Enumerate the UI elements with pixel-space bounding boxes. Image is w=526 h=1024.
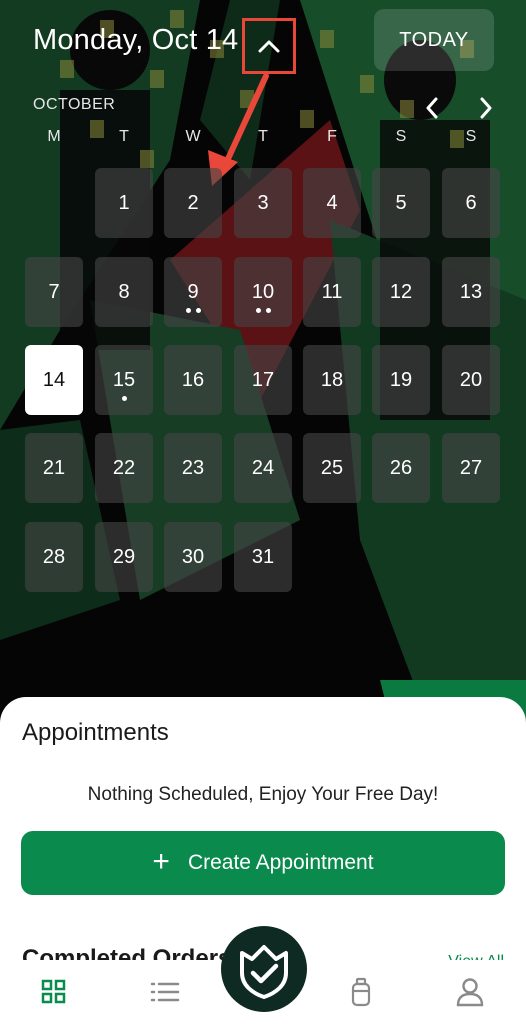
day-number: 26 xyxy=(389,457,413,479)
day-number: 25 xyxy=(320,457,344,479)
calendar-day[interactable]: 2 xyxy=(164,168,222,238)
calendar-day[interactable]: 31 xyxy=(234,522,292,592)
event-dot xyxy=(255,308,261,313)
event-indicator xyxy=(234,308,292,313)
day-number: 11 xyxy=(321,281,343,303)
calendar-day[interactable]: 9 xyxy=(164,257,222,327)
calendar-day[interactable]: 13 xyxy=(442,257,500,327)
calendar-day[interactable]: 20 xyxy=(442,345,500,415)
calendar-day[interactable]: 18 xyxy=(303,345,361,415)
day-number: 15 xyxy=(112,369,136,391)
day-number: 31 xyxy=(251,546,275,568)
bottle-icon xyxy=(351,977,371,1007)
day-number: 27 xyxy=(459,457,483,479)
appointments-title: Appointments xyxy=(22,719,169,746)
calendar-day[interactable]: 10 xyxy=(234,257,292,327)
day-number: 6 xyxy=(465,192,477,214)
day-number: 28 xyxy=(42,546,66,568)
calendar-day[interactable]: 7 xyxy=(25,257,83,327)
empty-state-message: Nothing Scheduled, Enjoy Your Free Day! xyxy=(87,784,439,805)
grid-icon xyxy=(41,979,66,1004)
calendar-day[interactable]: 15 xyxy=(95,345,153,415)
calendar-day[interactable]: 1 xyxy=(95,168,153,238)
calendar-day[interactable]: 6 xyxy=(442,168,500,238)
shield-check-icon xyxy=(240,945,288,999)
calendar-day[interactable]: 24 xyxy=(234,433,292,503)
calendar-day-selected[interactable]: 14 xyxy=(25,345,83,415)
calendar-day[interactable]: 5 xyxy=(372,168,430,238)
event-dot xyxy=(195,308,201,313)
calendar-day[interactable]: 3 xyxy=(234,168,292,238)
plus-icon: + xyxy=(152,844,170,878)
nav-bottle[interactable] xyxy=(341,972,381,1012)
day-number: 24 xyxy=(251,457,275,479)
day-number: 4 xyxy=(326,192,338,214)
day-number: 14 xyxy=(42,369,66,391)
nav-profile[interactable] xyxy=(450,972,490,1012)
calendar-day[interactable]: 4 xyxy=(303,168,361,238)
day-number: 29 xyxy=(112,546,136,568)
calendar-day[interactable]: 17 xyxy=(234,345,292,415)
calendar-day[interactable]: 8 xyxy=(95,257,153,327)
calendar-day[interactable]: 25 xyxy=(303,433,361,503)
person-icon xyxy=(456,978,484,1007)
day-number: 12 xyxy=(389,281,413,303)
day-number: 18 xyxy=(320,369,344,391)
calendar-day[interactable]: 12 xyxy=(372,257,430,327)
event-indicator xyxy=(95,396,153,401)
create-appointment-label: Create Appointment xyxy=(187,851,374,874)
day-number: 3 xyxy=(257,192,269,214)
day-number: 2 xyxy=(187,192,199,214)
nav-list[interactable] xyxy=(145,972,185,1012)
create-appointment-button[interactable]: + Create Appointment xyxy=(21,831,505,895)
day-number: 30 xyxy=(181,546,205,568)
calendar-day[interactable]: 22 xyxy=(95,433,153,503)
calendar-day[interactable]: 30 xyxy=(164,522,222,592)
day-number: 17 xyxy=(251,369,275,391)
day-number: 1 xyxy=(118,192,130,214)
calendar-day[interactable]: 19 xyxy=(372,345,430,415)
nav-dashboard[interactable] xyxy=(34,972,74,1012)
day-number: 20 xyxy=(459,369,483,391)
event-dot xyxy=(121,396,127,401)
day-number: 13 xyxy=(459,281,483,303)
day-number: 21 xyxy=(42,457,66,479)
event-indicator xyxy=(164,308,222,313)
day-number: 16 xyxy=(181,369,205,391)
day-number: 7 xyxy=(48,281,60,303)
calendar-day[interactable]: 28 xyxy=(25,522,83,592)
day-number: 8 xyxy=(118,281,130,303)
calendar-grid: 1 2 3 4 5 6 7 8 9 10 11 12 13 14 15 16 17 18 19 20 21 22 23 24 2… xyxy=(0,0,526,600)
calendar-day[interactable]: 26 xyxy=(372,433,430,503)
day-number: 23 xyxy=(181,457,205,479)
calendar-day[interactable]: 29 xyxy=(95,522,153,592)
event-dot xyxy=(265,308,271,313)
calendar-day[interactable]: 16 xyxy=(164,345,222,415)
day-number: 22 xyxy=(112,457,136,479)
calendar-day[interactable]: 27 xyxy=(442,433,500,503)
day-number: 19 xyxy=(389,369,413,391)
calendar-day[interactable]: 21 xyxy=(25,433,83,503)
day-number: 10 xyxy=(251,281,275,303)
day-number: 5 xyxy=(395,192,407,214)
event-dot xyxy=(185,308,191,313)
day-number: 9 xyxy=(187,281,199,303)
list-icon xyxy=(150,982,180,1002)
calendar-day[interactable]: 11 xyxy=(303,257,361,327)
center-shield-button[interactable] xyxy=(221,926,307,1012)
calendar-day[interactable]: 23 xyxy=(164,433,222,503)
